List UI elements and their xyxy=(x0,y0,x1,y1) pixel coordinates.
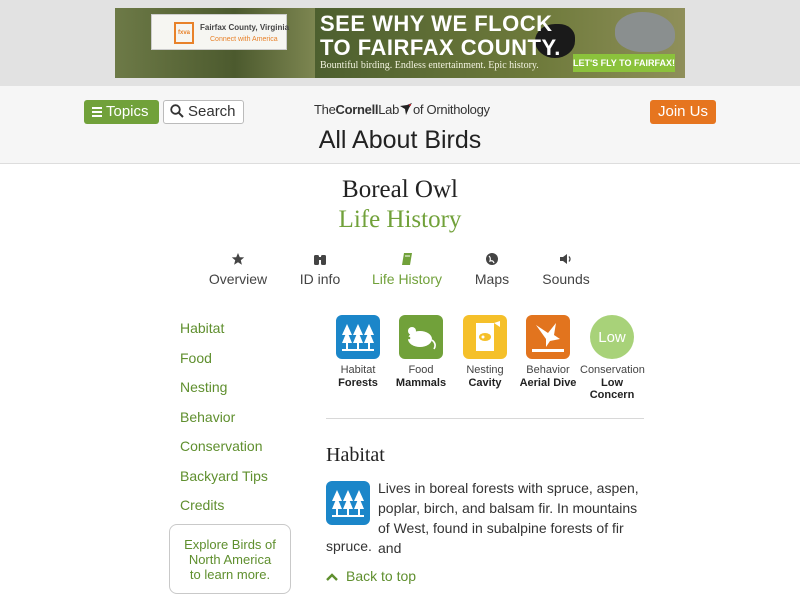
search-label: Search xyxy=(188,103,236,120)
sidenav-item-food[interactable]: Food xyxy=(180,350,300,380)
life-history-facts: Habitat Forests Food Mammals Nesting Cav… xyxy=(326,315,645,405)
forest-icon xyxy=(326,481,370,525)
explore-line2: North America xyxy=(188,552,272,567)
fact-habitat-value: Forests xyxy=(338,377,378,389)
tab-maps[interactable]: Maps xyxy=(470,252,514,287)
diving-bird-icon xyxy=(526,315,570,359)
sidenav-item-behavior[interactable]: Behavior xyxy=(180,409,300,439)
back-to-top-label: Back to top xyxy=(346,568,417,584)
section-name: Life History xyxy=(338,206,462,233)
logo-cornell: Cornell xyxy=(335,102,379,117)
tab-life-history[interactable]: Life History xyxy=(368,252,446,287)
explore-line1: Explore Birds of xyxy=(184,537,276,552)
topics-label: Topics xyxy=(106,103,149,120)
cornell-lab-logo[interactable]: TheCornellLab of Ornithology xyxy=(314,102,494,122)
ad-headline-line1: SEE WHY WE FLOCK xyxy=(320,11,553,36)
fact-habitat-caption: Habitat xyxy=(340,364,376,376)
species-name: Boreal Owl xyxy=(342,176,458,203)
fact-food-caption: Food xyxy=(408,364,434,376)
ad-org-line2: Connect with America xyxy=(210,36,278,43)
speaker-icon xyxy=(538,252,594,268)
heron-image xyxy=(615,12,675,52)
tab-life-history-label: Life History xyxy=(371,271,443,287)
explore-birds-link[interactable]: Explore Birds of North America to learn … xyxy=(169,524,291,594)
fact-conservation-value2: Concern xyxy=(589,389,635,401)
tab-overview-label: Overview xyxy=(208,271,268,287)
fact-nesting-caption: Nesting xyxy=(466,364,504,376)
fact-habitat[interactable]: Habitat Forests xyxy=(326,315,390,389)
species-tabs: Overview ID info Life History Maps Sound… xyxy=(0,252,800,292)
ad-org-line1: Fairfax County, Virginia xyxy=(200,23,290,32)
tab-sounds-label: Sounds xyxy=(542,271,590,287)
facts-divider xyxy=(326,418,644,419)
tab-sounds[interactable]: Sounds xyxy=(538,252,594,287)
fact-behavior[interactable]: Behavior Aerial Dive xyxy=(516,315,580,389)
tab-maps-label: Maps xyxy=(474,271,510,287)
tab-id-info[interactable]: ID info xyxy=(294,252,346,287)
site-title[interactable]: All About Birds xyxy=(0,126,800,155)
fact-food-value: Mammals xyxy=(395,377,447,389)
fact-nesting-value: Cavity xyxy=(468,377,502,389)
ad-banner-band: fxva Fairfax County, Virginia Connect wi… xyxy=(0,0,800,86)
topics-button[interactable]: Topics xyxy=(84,100,159,124)
sidenav-item-backyard-tips[interactable]: Backyard Tips xyxy=(180,468,300,498)
join-us-button[interactable]: Join Us xyxy=(650,100,716,124)
menu-icon xyxy=(92,105,102,119)
section-sidenav: Habitat Food Nesting Behavior Conservati… xyxy=(180,320,300,527)
book-icon xyxy=(368,252,446,268)
sidenav-item-habitat[interactable]: Habitat xyxy=(180,320,300,350)
fact-food[interactable]: Food Mammals xyxy=(389,315,453,389)
fact-conservation-value: Low xyxy=(601,377,623,389)
ad-banner[interactable]: fxva Fairfax County, Virginia Connect wi… xyxy=(115,8,685,78)
logo-the: The xyxy=(314,102,336,117)
ad-headline-line2: TO FAIRFAX COUNTY. xyxy=(320,35,561,60)
conservation-badge: Low xyxy=(590,315,634,359)
fact-conservation[interactable]: Low Conservation Low Concern xyxy=(580,315,645,401)
binoculars-icon xyxy=(294,252,346,268)
ad-org-card: fxva Fairfax County, Virginia Connect wi… xyxy=(151,14,290,50)
mouse-icon xyxy=(399,315,443,359)
chevron-up-icon xyxy=(326,573,338,581)
star-icon xyxy=(206,252,270,268)
ad-cta-button[interactable]: LET'S FLY TO FAIRFAX! xyxy=(573,54,675,72)
explore-line3: to learn more. xyxy=(189,567,271,582)
search-button[interactable]: Search xyxy=(163,100,244,124)
fact-conservation-caption: Conservation xyxy=(580,364,645,376)
tab-overview[interactable]: Overview xyxy=(206,252,270,287)
sidenav-item-credits[interactable]: Credits xyxy=(180,497,300,527)
back-to-top-link[interactable]: Back to top xyxy=(326,568,416,584)
globe-icon xyxy=(470,252,514,268)
fact-behavior-value: Aerial Dive xyxy=(519,377,577,389)
logo-lab: Lab xyxy=(378,102,399,117)
habitat-description: Lives in boreal forests with spruce, asp… xyxy=(378,480,639,556)
ad-headline: SEE WHY WE FLOCK TO FAIRFAX COUNTY. xyxy=(320,12,561,60)
sidenav-item-nesting[interactable]: Nesting xyxy=(180,379,300,409)
fact-nesting[interactable]: Nesting Cavity xyxy=(453,315,517,389)
sidenav-item-conservation[interactable]: Conservation xyxy=(180,438,300,468)
cavity-icon xyxy=(463,315,507,359)
forest-icon xyxy=(336,315,380,359)
habitat-heading: Habitat xyxy=(326,444,385,466)
tab-id-info-label: ID info xyxy=(299,271,341,287)
bird-logo-icon xyxy=(400,103,412,115)
habitat-description-end: spruce. xyxy=(326,538,372,554)
fact-behavior-caption: Behavior xyxy=(526,364,570,376)
search-icon xyxy=(170,104,184,118)
fxva-logo: fxva xyxy=(174,22,194,44)
logo-of-ornithology: of Ornithology xyxy=(413,102,490,117)
ad-tagline: Bountiful birding. Endless entertainment… xyxy=(320,60,539,71)
